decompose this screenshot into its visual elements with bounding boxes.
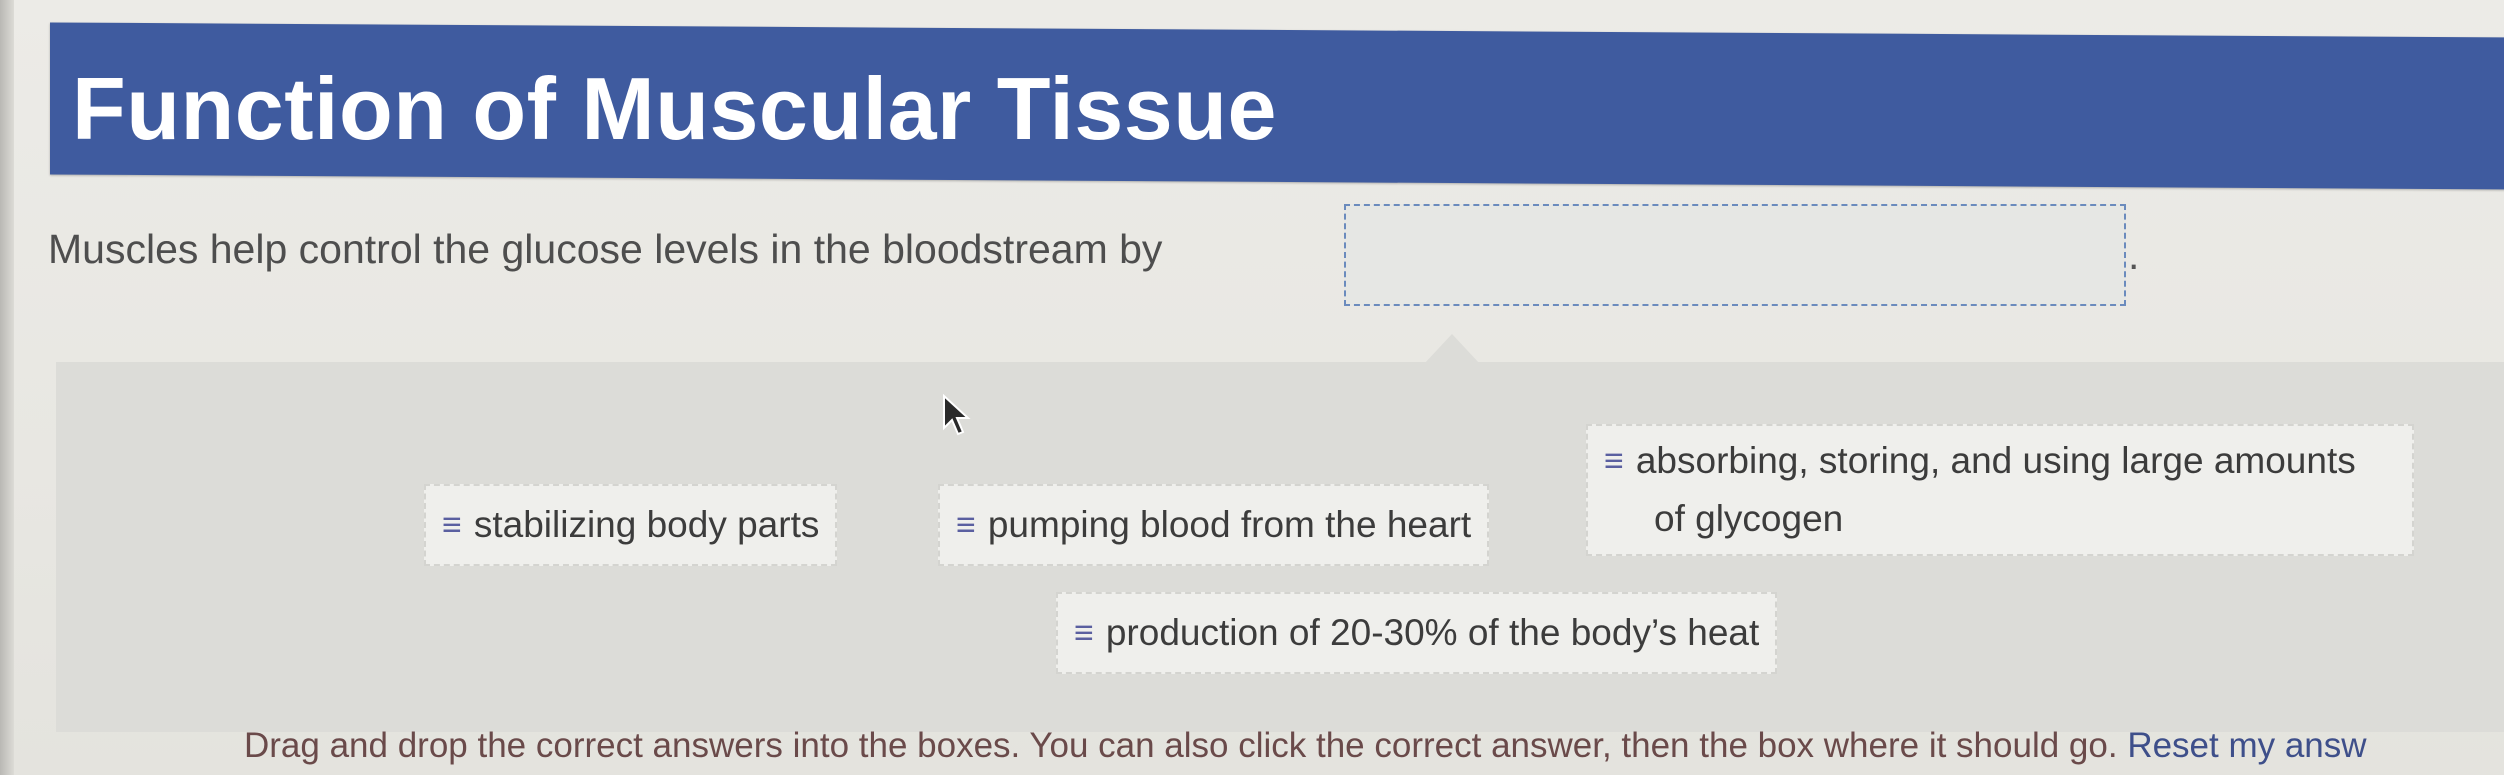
answer-label-line1: absorbing, storing, and using large amou… (1635, 440, 2356, 481)
drag-handle-icon: ≡ (956, 506, 976, 544)
mouse-cursor-icon (943, 394, 971, 436)
drag-handle-icon: ≡ (1604, 442, 1624, 480)
drag-handle-icon: ≡ (1074, 614, 1094, 652)
answer-chip-absorbing[interactable]: ≡ absorbing, storing, and using large amo… (1586, 424, 2414, 556)
reset-answers-link[interactable]: Reset my answ (2127, 726, 2366, 765)
question-period: . (2128, 232, 2140, 278)
answer-chip-pumping[interactable]: ≡ pumping blood from the heart (938, 484, 1490, 566)
instructions-label: Drag and drop the correct answers into t… (244, 726, 2118, 765)
instructions-text: Drag and drop the correct answers into t… (244, 726, 2367, 766)
answer-chip-production[interactable]: ≡ production of 20-30% of the body’s heat (1056, 592, 1778, 674)
answer-chip-stabilizing[interactable]: ≡ stabilizing body parts (424, 484, 838, 566)
window-edge (0, 0, 14, 775)
answer-label: production of 20-30% of the body’s heat (1105, 612, 1760, 653)
answer-label: stabilizing body parts (473, 504, 820, 545)
question-prompt: Muscles help control the glucose levels … (48, 226, 1163, 272)
answer-drop-box[interactable] (1344, 204, 2126, 306)
quiz-page: Function of Muscular Tissue Muscles help… (0, 0, 2504, 775)
answer-label-line2: of glycogen (1654, 498, 1844, 539)
answer-label: pumping blood from the heart (987, 504, 1472, 545)
page-title: Function of Muscular Tissue (72, 59, 1277, 158)
drag-handle-icon: ≡ (442, 506, 462, 544)
drop-box-pointer (1424, 334, 1480, 364)
